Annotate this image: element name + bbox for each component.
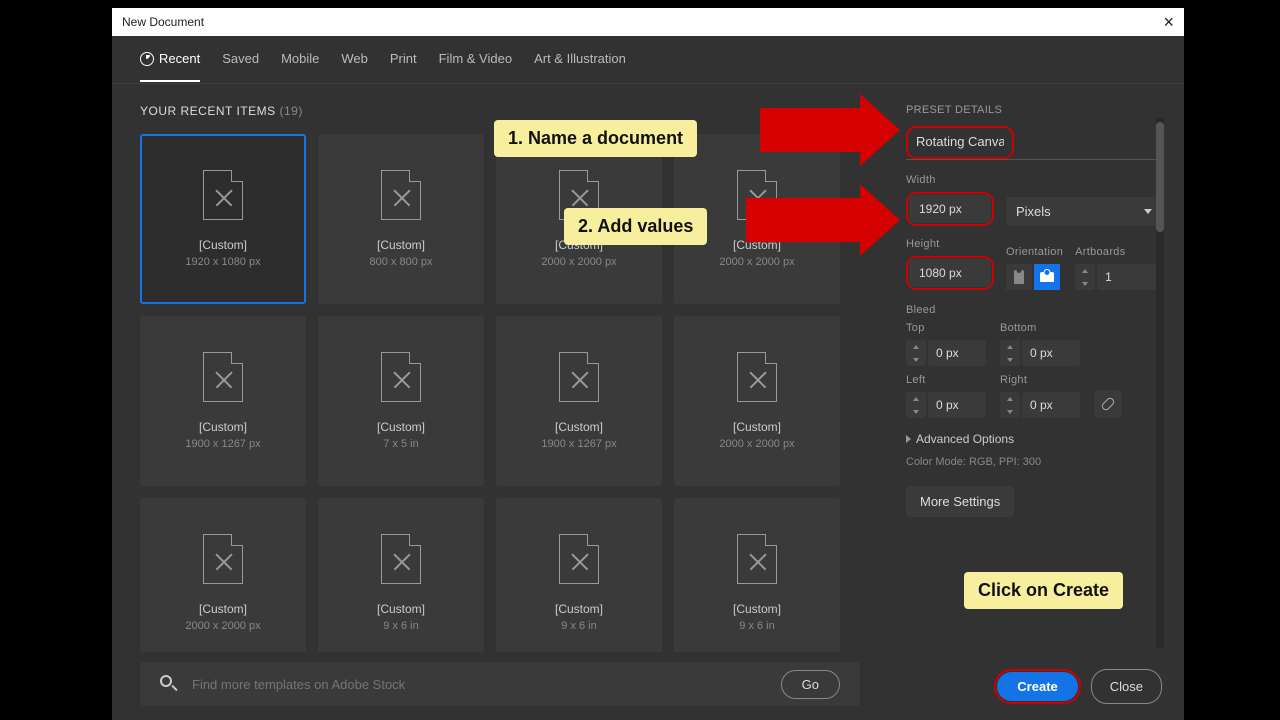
document-icon: [203, 352, 243, 402]
width-input[interactable]: [909, 195, 991, 223]
bleed-bottom-stepper[interactable]: [1000, 340, 1020, 366]
document-icon: [381, 352, 421, 402]
preset-details-panel: PRESET DETAILS Width Pixels Height: [888, 84, 1184, 720]
annotation-arrow-2: [746, 198, 860, 242]
bleed-left-input[interactable]: [928, 392, 986, 418]
color-mode-info: Color Mode: RGB, PPI: 300: [906, 456, 1162, 468]
preset-card-dimensions: 1900 x 1267 px: [185, 438, 260, 450]
adobe-stock-search: Go: [140, 662, 860, 706]
artboards-stepper[interactable]: [1075, 264, 1095, 290]
preset-card[interactable]: [Custom] 9 x 6 in: [674, 498, 840, 652]
go-button[interactable]: Go: [781, 670, 840, 699]
document-name-input[interactable]: [914, 130, 1006, 155]
more-settings-button[interactable]: More Settings: [906, 486, 1014, 517]
preset-card[interactable]: [Custom] 1920 x 1080 px: [140, 134, 306, 304]
preset-card-title: [Custom]: [377, 238, 425, 252]
preset-card-dimensions: 2000 x 2000 px: [185, 620, 260, 632]
orientation-landscape-button[interactable]: [1034, 264, 1060, 290]
bleed-right-input[interactable]: [1022, 392, 1080, 418]
preset-details-heading: PRESET DETAILS: [906, 104, 1162, 116]
search-icon: [160, 675, 178, 693]
preset-card-title: [Custom]: [555, 420, 603, 434]
close-icon[interactable]: ×: [1163, 12, 1174, 33]
advanced-options-toggle[interactable]: Advanced Options: [906, 432, 1162, 446]
artboards-label: Artboards: [1075, 246, 1157, 258]
preset-card-title: [Custom]: [733, 602, 781, 616]
document-icon: [737, 534, 777, 584]
preset-card-title: [Custom]: [377, 602, 425, 616]
height-label: Height: [906, 238, 994, 250]
artboards-input[interactable]: [1097, 264, 1157, 290]
preset-card-title: [Custom]: [733, 420, 781, 434]
annotation-arrow-1: [760, 108, 860, 152]
orientation-label: Orientation: [1006, 246, 1063, 258]
preset-card-dimensions: 2000 x 2000 px: [719, 256, 794, 268]
document-icon: [381, 170, 421, 220]
preset-card[interactable]: [Custom] 800 x 800 px: [318, 134, 484, 304]
annotation-3: Click on Create: [964, 572, 1123, 609]
bleed-top-input[interactable]: [928, 340, 986, 366]
preset-card-title: [Custom]: [377, 420, 425, 434]
document-icon: [203, 534, 243, 584]
preset-card[interactable]: [Custom] 7 x 5 in: [318, 316, 484, 486]
preset-card[interactable]: [Custom] 2000 x 2000 px: [674, 316, 840, 486]
create-button[interactable]: Create: [997, 672, 1077, 701]
dialog-title: New Document: [122, 15, 204, 29]
bleed-label: Bleed: [906, 304, 1162, 316]
preset-card[interactable]: [Custom] 1900 x 1267 px: [496, 316, 662, 486]
tab-art-illustration[interactable]: Art & Illustration: [534, 37, 626, 82]
tab-mobile[interactable]: Mobile: [281, 37, 319, 82]
units-dropdown[interactable]: Pixels: [1006, 197, 1162, 226]
preset-scrollbar[interactable]: [1156, 118, 1164, 648]
preset-card-dimensions: 2000 x 2000 px: [719, 438, 794, 450]
document-icon: [381, 534, 421, 584]
document-icon: [737, 352, 777, 402]
bleed-right-stepper[interactable]: [1000, 392, 1020, 418]
annotation-1: 1. Name a document: [494, 120, 697, 157]
preset-card-dimensions: 9 x 6 in: [739, 620, 774, 632]
link-icon: [1100, 396, 1116, 412]
preset-card-dimensions: 1900 x 1267 px: [541, 438, 616, 450]
tab-print[interactable]: Print: [390, 37, 417, 82]
tab-saved[interactable]: Saved: [222, 37, 259, 82]
preset-card-dimensions: 800 x 800 px: [370, 256, 433, 268]
orientation-portrait-button[interactable]: [1006, 264, 1032, 290]
preset-card-title: [Custom]: [199, 238, 247, 252]
tab-film-video[interactable]: Film & Video: [439, 37, 512, 82]
height-input[interactable]: [909, 259, 991, 287]
category-tabs: Recent Saved Mobile Web Print Film & Vid…: [112, 36, 1184, 84]
preset-card-dimensions: 9 x 6 in: [561, 620, 596, 632]
width-label: Width: [906, 174, 994, 186]
search-input[interactable]: [192, 677, 767, 692]
bleed-top-stepper[interactable]: [906, 340, 926, 366]
document-icon: [559, 352, 599, 402]
preset-card[interactable]: [Custom] 9 x 6 in: [318, 498, 484, 652]
new-document-dialog: New Document × Recent Saved Mobile Web P…: [112, 8, 1184, 720]
chevron-right-icon: [906, 435, 911, 443]
preset-card-dimensions: 2000 x 2000 px: [541, 256, 616, 268]
preset-card[interactable]: [Custom] 9 x 6 in: [496, 498, 662, 652]
preset-card-dimensions: 7 x 5 in: [383, 438, 418, 450]
bleed-bottom-input[interactable]: [1022, 340, 1080, 366]
annotation-2: 2. Add values: [564, 208, 707, 245]
close-button[interactable]: Close: [1091, 669, 1162, 704]
preset-card[interactable]: [Custom] 1900 x 1267 px: [140, 316, 306, 486]
clock-icon: [140, 52, 154, 66]
preset-card-title: [Custom]: [555, 602, 603, 616]
bleed-left-stepper[interactable]: [906, 392, 926, 418]
document-icon: [559, 534, 599, 584]
link-bleed-button[interactable]: [1094, 390, 1122, 418]
document-icon: [203, 170, 243, 220]
preset-card[interactable]: [Custom] 2000 x 2000 px: [140, 498, 306, 652]
preset-card-dimensions: 9 x 6 in: [383, 620, 418, 632]
preset-card-title: [Custom]: [199, 420, 247, 434]
titlebar: New Document ×: [112, 8, 1184, 36]
tab-recent[interactable]: Recent: [140, 37, 200, 82]
chevron-down-icon: [1144, 209, 1152, 214]
preset-card-dimensions: 1920 x 1080 px: [185, 256, 260, 268]
preset-card-title: [Custom]: [199, 602, 247, 616]
tab-web[interactable]: Web: [341, 37, 368, 82]
